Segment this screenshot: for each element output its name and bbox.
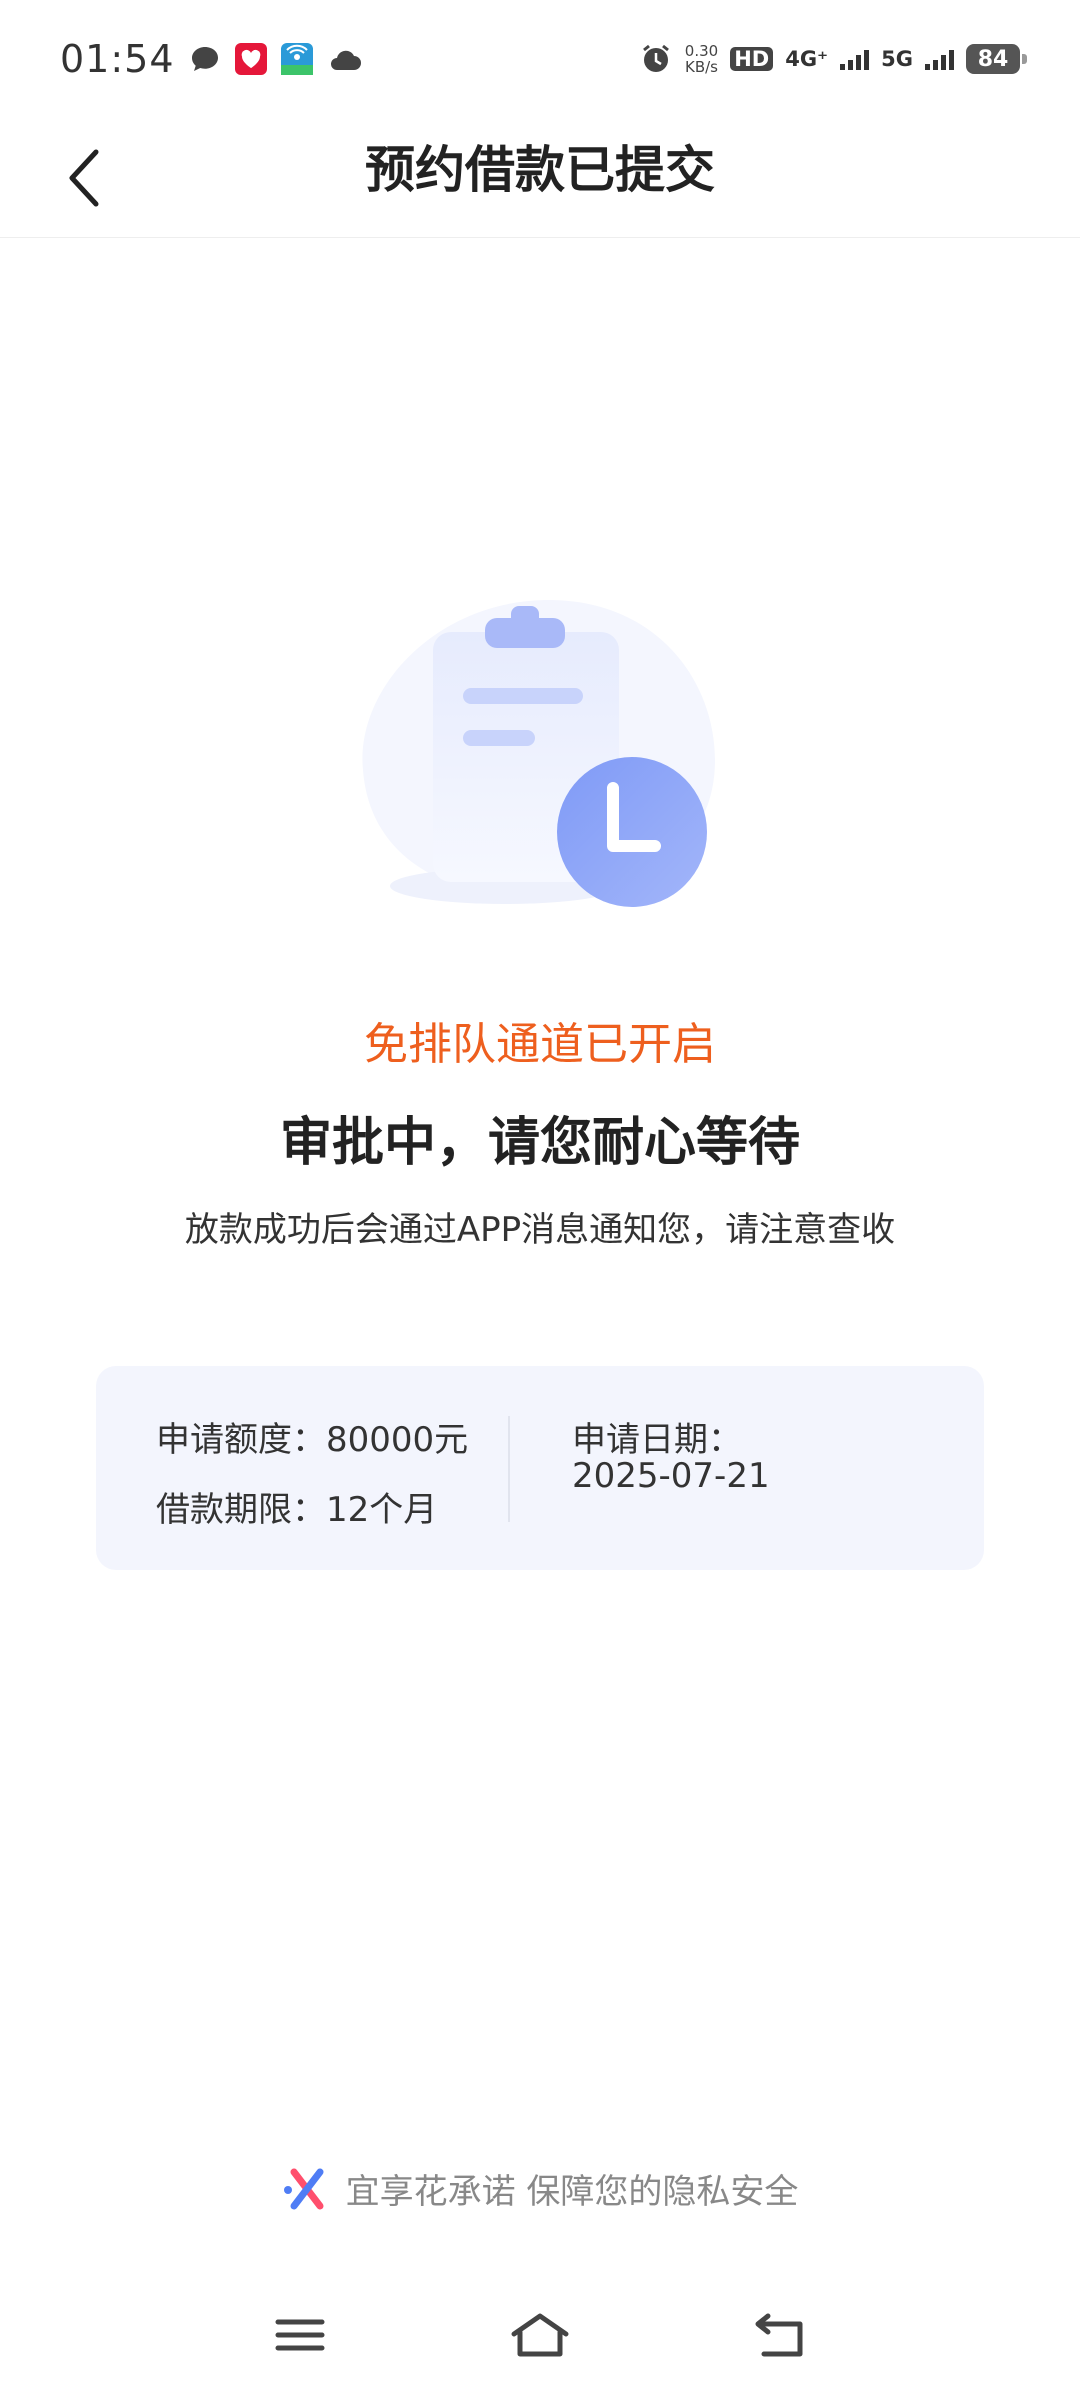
back-nav-button[interactable]	[750, 2310, 810, 2360]
term-row: 借款期限：12个月	[156, 1482, 437, 1531]
status-bar-right: 0.30 KB/s HD 4G⁺ 5G 84	[639, 42, 1027, 76]
cloud-icon	[330, 50, 361, 70]
back-button[interactable]	[44, 138, 124, 218]
approval-heading: 审批中，请您耐心等待	[279, 1113, 800, 1173]
back-arrow-icon	[69, 149, 99, 207]
hd-badge: HD	[730, 47, 774, 71]
net-speed-unit: KB/s	[684, 58, 718, 76]
page-title: 预约借款已提交	[365, 141, 715, 199]
status-time: 01:54	[60, 37, 175, 81]
menu-button[interactable]	[270, 2310, 330, 2360]
status-bar: 01:54 0.30 KB/s HD 4G⁺ 5G 84	[0, 0, 1080, 118]
signal-bars-1	[840, 48, 870, 70]
amount-row: 申请额度：80000元	[156, 1412, 468, 1461]
alarm-icon	[642, 44, 669, 72]
signal-bars-2	[925, 48, 954, 70]
term-value: 12个月	[326, 1490, 438, 1530]
menu-icon	[275, 2319, 325, 2351]
network-5g: 5G	[881, 47, 913, 71]
privacy-footer: 宜享花承诺 保障您的隐私安全	[0, 2164, 1080, 2213]
home-button[interactable]	[508, 2310, 569, 2360]
privacy-text: 宜享花承诺 保障您的隐私安全	[345, 2172, 799, 2212]
network-4g: 4G⁺	[785, 47, 829, 71]
return-icon	[755, 2313, 803, 2357]
info-divider	[508, 1416, 510, 1522]
brand-logo-icon	[283, 2168, 324, 2209]
fast-lane-notice: 免排队通道已开启	[364, 1019, 716, 1070]
application-info-card: 申请额度：80000元 借款期限：12个月 申请日期： 2025-07-21	[96, 1366, 984, 1570]
amount-label: 申请额度：	[156, 1420, 326, 1460]
amount-value: 80000元	[326, 1420, 469, 1460]
chat-bubble-icon	[191, 47, 218, 71]
system-navigation-bar	[0, 2290, 1080, 2380]
pending-clipboard-illustration	[362, 599, 715, 907]
net-speed: 0.30 KB/s	[685, 43, 718, 75]
term-label: 借款期限：	[156, 1490, 326, 1530]
net-speed-value: 0.30	[684, 42, 719, 60]
date-value: 2025-07-21	[572, 1456, 770, 1496]
status-bar-left: 01:54	[60, 37, 363, 81]
battery-indicator: 84	[966, 44, 1027, 74]
red-app-icon	[234, 43, 267, 75]
header: 预约借款已提交	[0, 118, 1080, 238]
wifi-app-icon	[280, 43, 313, 75]
date-label: 申请日期：	[572, 1420, 742, 1460]
notification-description: 放款成功后会通过APP消息通知您，请注意查收	[184, 1210, 896, 1250]
home-icon	[511, 2313, 569, 2357]
